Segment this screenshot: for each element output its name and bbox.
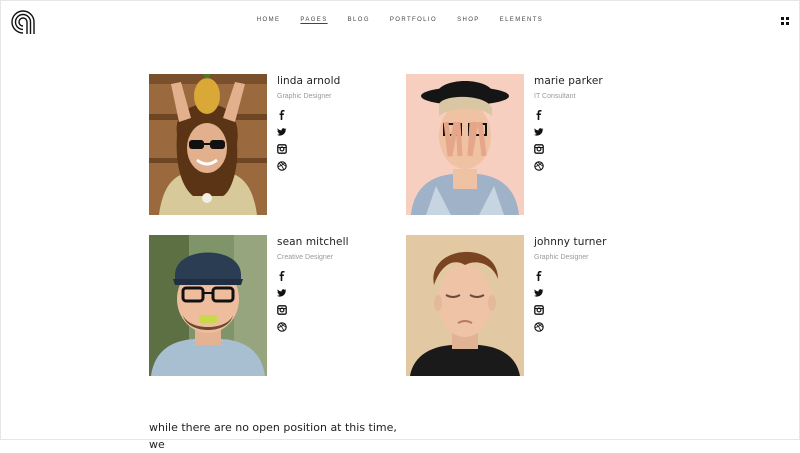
member-info: linda arnold Graphic Designer	[277, 74, 340, 178]
nav-elements[interactable]: ELEMENTS	[500, 17, 544, 23]
nav-shop[interactable]: SHOP	[457, 17, 480, 23]
dribbble-icon[interactable]	[277, 322, 287, 332]
page-frame	[0, 0, 800, 440]
instagram-icon[interactable]	[277, 144, 287, 154]
member-photo	[406, 74, 524, 215]
member-photo	[149, 235, 267, 376]
twitter-icon[interactable]	[534, 288, 544, 298]
team-member-card: linda arnold Graphic Designer	[149, 74, 389, 216]
nav-blog[interactable]: BLOG	[348, 17, 370, 23]
facebook-icon[interactable]	[277, 110, 287, 120]
member-role: Graphic Designer	[277, 93, 332, 100]
facebook-icon[interactable]	[534, 271, 544, 281]
social-links	[277, 271, 349, 332]
member-name: sean mitchell	[277, 236, 349, 248]
open-positions-text: while there are no open position at this…	[149, 421, 397, 451]
member-photo	[406, 235, 524, 376]
nav-home[interactable]: HOME	[257, 17, 281, 23]
member-info: johnny turner Graphic Designer	[534, 235, 607, 339]
member-name: johnny turner	[534, 236, 607, 248]
grid-menu-icon[interactable]	[781, 17, 789, 25]
team-member-card: sean mitchell Creative Designer	[149, 235, 389, 377]
member-role: Graphic Designer	[534, 254, 589, 261]
team-member-card: marie parker IT Consultant	[406, 74, 646, 216]
social-links	[534, 110, 603, 171]
twitter-icon[interactable]	[277, 288, 287, 298]
dribbble-icon[interactable]	[534, 322, 544, 332]
instagram-icon[interactable]	[277, 305, 287, 315]
member-info: sean mitchell Creative Designer	[277, 235, 349, 339]
social-links	[277, 110, 340, 171]
twitter-icon[interactable]	[534, 127, 544, 137]
facebook-icon[interactable]	[277, 271, 287, 281]
member-photo	[149, 74, 267, 215]
twitter-icon[interactable]	[277, 127, 287, 137]
member-info: marie parker IT Consultant	[534, 74, 603, 178]
facebook-icon[interactable]	[534, 110, 544, 120]
instagram-icon[interactable]	[534, 144, 544, 154]
instagram-icon[interactable]	[534, 305, 544, 315]
dribbble-icon[interactable]	[277, 161, 287, 171]
member-name: linda arnold	[277, 75, 341, 87]
team-member-card: johnny turner Graphic Designer	[406, 235, 646, 377]
dribbble-icon[interactable]	[534, 161, 544, 171]
logo-icon[interactable]	[10, 10, 36, 36]
main-nav: HOME PAGES BLOG PORTFOLIO SHOP ELEMENTS	[0, 17, 800, 23]
member-role: Creative Designer	[277, 254, 334, 261]
nav-portfolio[interactable]: PORTFOLIO	[390, 17, 437, 23]
member-name: marie parker	[534, 75, 603, 87]
nav-pages[interactable]: PAGES	[300, 17, 327, 23]
social-links	[534, 271, 607, 332]
member-role: IT Consultant	[534, 93, 576, 100]
